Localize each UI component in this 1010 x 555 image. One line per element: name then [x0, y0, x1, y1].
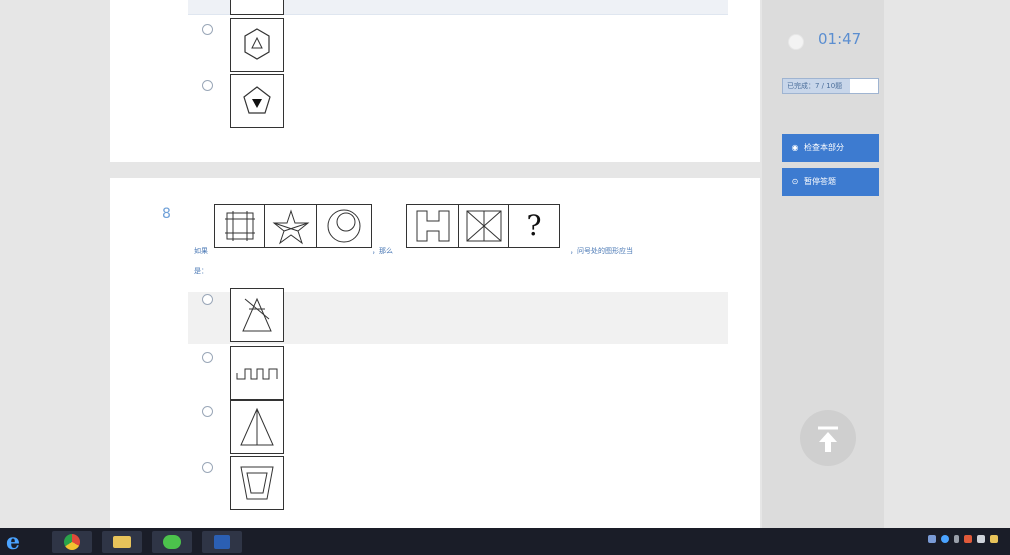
option-radio[interactable] [202, 352, 213, 363]
option-figure-pentagon[interactable] [230, 74, 284, 128]
clock-icon [788, 34, 804, 50]
tray-volume-icon[interactable] [977, 535, 985, 543]
option-figure-triangle-split[interactable] [230, 400, 284, 454]
question-prompt-middle: ，那么 [372, 247, 393, 255]
pause-button[interactable]: ⊙ 暂停答题 [782, 168, 879, 196]
chrome-icon[interactable] [52, 531, 92, 553]
option-radio[interactable] [202, 406, 213, 417]
previous-question-card [110, 0, 760, 162]
option-radio[interactable] [202, 24, 213, 35]
stimulus-figure-question: ? [508, 204, 560, 248]
stimulus-figure-h-shape [406, 204, 460, 248]
question-prompt-prefix: 如果 [194, 247, 208, 255]
option-radio[interactable] [202, 462, 213, 473]
system-tray [928, 535, 998, 543]
option-radio[interactable] [202, 80, 213, 91]
stimulus-figure-envelope [458, 204, 510, 248]
option-figure-triangle-cross[interactable] [230, 288, 284, 342]
tray-network-icon[interactable] [928, 535, 936, 543]
option-figure-square-wave[interactable] [230, 346, 284, 400]
tray-expand-icon[interactable] [954, 535, 959, 543]
ie-icon[interactable]: e [6, 531, 40, 553]
option-radio[interactable] [202, 294, 213, 305]
option-figure-trapezoid[interactable] [230, 456, 284, 510]
question-card: 8 如果 ，那么 ，问号处的图形应当 是： ? [110, 178, 760, 528]
back-to-top-button[interactable] [800, 410, 856, 466]
option-figure-hexagon[interactable] [230, 18, 284, 72]
pause-label: 暂停答题 [804, 177, 836, 186]
question-prompt-suffix: ，问号处的图形应当 [570, 247, 633, 255]
countdown-timer: 01:47 [818, 30, 862, 48]
stimulus-figure-star [264, 204, 318, 248]
tray-flag-icon[interactable] [964, 535, 972, 543]
tray-battery-icon[interactable] [990, 535, 998, 543]
taskbar: e [0, 528, 1010, 555]
stimulus-figure-grid [214, 204, 266, 248]
answered-count-box [850, 79, 878, 93]
exam-sidebar: 01:47 已完成：7 / 10题 ◉ 检查本部分 ⊙ 暂停答题 [762, 0, 884, 528]
answered-label: 已完成：7 / 10题 [787, 82, 843, 90]
tray-help-icon[interactable] [941, 535, 949, 543]
eye-icon: ◉ [791, 143, 799, 152]
wechat-icon[interactable] [152, 531, 192, 553]
main-area: 8 如果 ，那么 ，问号处的图形应当 是： ? 01:47 已完成：7 / 10… [0, 0, 1010, 528]
pause-icon: ⊙ [791, 177, 799, 186]
question-prompt-line2: 是： [194, 267, 208, 275]
question-mark: ? [526, 209, 542, 242]
option-figure-partial [230, 0, 284, 15]
review-section-button[interactable]: ◉ 检查本部分 [782, 134, 879, 162]
review-section-label: 检查本部分 [804, 143, 844, 152]
stimulus-figure-circle [316, 204, 372, 248]
answered-progress: 已完成：7 / 10题 [782, 78, 879, 94]
folder-icon[interactable] [102, 531, 142, 553]
arrow-up-icon [818, 426, 838, 452]
word-icon[interactable] [202, 531, 242, 553]
question-number: 8 [162, 206, 171, 222]
